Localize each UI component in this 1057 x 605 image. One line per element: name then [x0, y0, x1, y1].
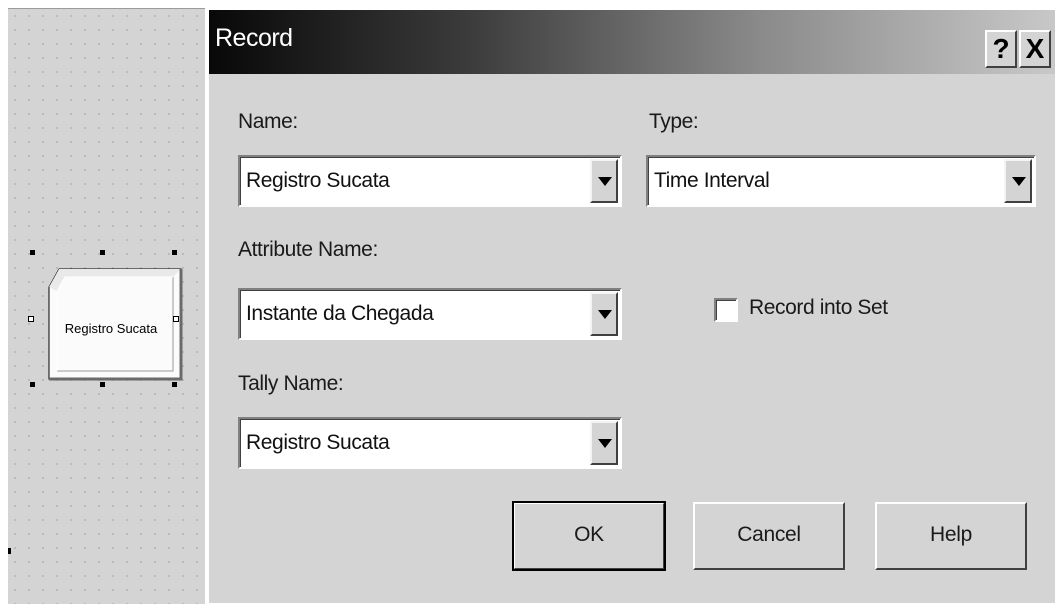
screen: Registro Sucata Record ? X Name: Registr… [0, 0, 1057, 605]
attribute-name-combobox[interactable]: Instante da Chegada [238, 288, 622, 340]
module-label: Registro Sucata [64, 321, 158, 336]
record-dialog: Record ? X Name: Registro Sucata Type: T… [207, 10, 1055, 603]
chevron-down-icon[interactable] [590, 292, 618, 336]
tally-name-label: Tally Name: [238, 372, 344, 395]
help-title-button[interactable]: ? [985, 30, 1017, 68]
selection-handle[interactable] [100, 250, 105, 255]
chevron-down-icon[interactable] [1004, 159, 1032, 203]
selection-handle[interactable] [30, 250, 35, 255]
selection-handle[interactable] [30, 382, 35, 387]
type-value: Time Interval [654, 169, 770, 192]
help-button[interactable]: Help [875, 502, 1027, 570]
record-into-set-checkbox[interactable] [714, 298, 738, 322]
attribute-name-value: Instante da Chegada [246, 302, 434, 325]
selection-handle[interactable] [100, 382, 105, 387]
selection-handle[interactable] [172, 382, 177, 387]
record-into-set-label[interactable]: Record into Set [749, 296, 888, 320]
attribute-name-label: Attribute Name: [238, 238, 378, 261]
dialog-titlebar[interactable]: Record ? X [209, 10, 1055, 74]
ok-button[interactable]: OK [512, 501, 666, 571]
name-value: Registro Sucata [246, 169, 390, 192]
selection-handle[interactable] [172, 250, 177, 255]
tally-name-combobox[interactable]: Registro Sucata [238, 417, 622, 469]
name-combobox[interactable]: Registro Sucata [238, 155, 622, 207]
dialog-title: Record [215, 24, 293, 52]
chevron-down-icon[interactable] [590, 159, 618, 203]
exit-point-handle[interactable] [173, 316, 179, 322]
flowchart-canvas[interactable]: Registro Sucata [8, 8, 205, 604]
tally-name-value: Registro Sucata [246, 431, 390, 454]
close-title-button[interactable]: X [1019, 30, 1051, 68]
type-combobox[interactable]: Time Interval [646, 155, 1036, 207]
stray-mark [8, 548, 11, 554]
type-label: Type: [649, 110, 699, 133]
cancel-button[interactable]: Cancel [693, 502, 845, 570]
record-module-shape[interactable]: Registro Sucata [41, 261, 186, 396]
name-label: Name: [238, 110, 298, 133]
chevron-down-icon[interactable] [590, 421, 618, 465]
entry-point-handle[interactable] [28, 316, 34, 322]
